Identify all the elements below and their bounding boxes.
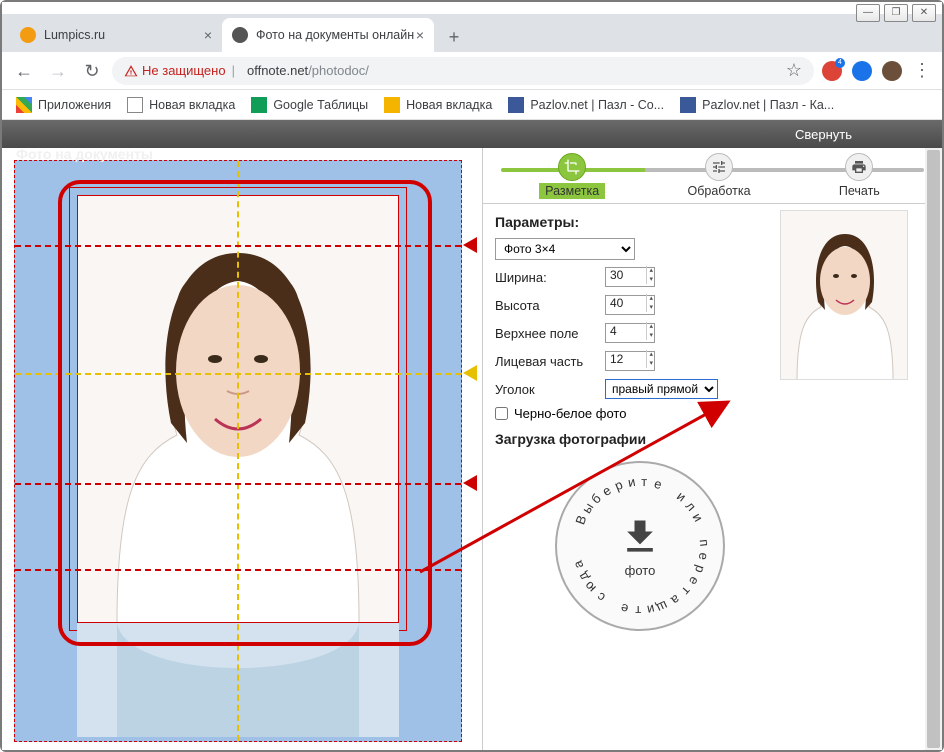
top-margin-input[interactable]: 4 <box>605 323 655 343</box>
guide-eyes[interactable] <box>15 373 461 375</box>
favicon-icon <box>20 27 36 43</box>
step-print[interactable]: Печать <box>833 153 886 199</box>
extension-icon[interactable]: 4 <box>820 59 844 83</box>
photo-editor-panel: Фото на документы <box>2 148 482 750</box>
guide-chin[interactable] <box>15 483 461 485</box>
guide-vertical-center[interactable] <box>237 161 239 741</box>
tab-close-icon[interactable]: × <box>416 27 424 43</box>
bookmark-item[interactable]: Новая вкладка <box>121 93 241 117</box>
sheets-icon <box>251 97 267 113</box>
page-icon <box>127 97 143 113</box>
upload-heading: Загрузка фотографии <box>495 431 930 447</box>
reload-button[interactable]: ↻ <box>78 57 106 85</box>
guide-top[interactable] <box>15 245 461 247</box>
address-bar: ← → ↻ Не защищено | offnote.net/photodoc… <box>2 52 942 90</box>
top-margin-label: Верхнее поле <box>495 326 597 341</box>
tab-close-icon[interactable]: × <box>204 27 212 43</box>
page-content: Свернуть Фото на документы <box>2 120 942 750</box>
corner-label: Уголок <box>495 382 597 397</box>
corner-select[interactable]: правый прямой <box>605 379 718 399</box>
minimize-button[interactable]: — <box>856 4 880 22</box>
omnibox[interactable]: Не защищено | offnote.net/photodoc/ ☆ <box>112 57 814 85</box>
puzzle-icon <box>508 97 524 113</box>
forward-button[interactable]: → <box>44 57 72 85</box>
tab-strip: Lumpics.ru × Фото на документы онлайн × … <box>2 14 942 52</box>
avatar-icon[interactable] <box>880 59 904 83</box>
step-tabs: Разметка Обработка Печать <box>483 148 942 204</box>
menu-button[interactable]: ⋮ <box>910 59 934 83</box>
warning-icon <box>124 64 138 78</box>
height-label: Высота <box>495 298 597 313</box>
page-scrollbar[interactable] <box>925 148 942 750</box>
step-markup[interactable]: Разметка <box>539 153 605 199</box>
upload-dropzone[interactable]: фото Выберите или перетащите сюда <box>555 461 725 631</box>
bookmark-item[interactable]: Google Таблицы <box>245 93 374 117</box>
extension-icon[interactable] <box>850 59 874 83</box>
star-icon[interactable]: ☆ <box>786 60 802 81</box>
page-icon <box>384 97 400 113</box>
photo-preview <box>780 210 908 380</box>
upload-section: Загрузка фотографии фото Выберите или пе… <box>495 431 930 631</box>
app-top-bar: Свернуть <box>2 120 942 148</box>
printer-icon <box>845 153 873 181</box>
bookmark-item[interactable]: Pazlov.net | Пазл - Ка... <box>674 93 840 117</box>
crop-icon <box>558 153 586 181</box>
sliders-icon <box>705 153 733 181</box>
upload-circular-text: Выберите или перетащите сюда <box>557 463 723 629</box>
bw-checkbox[interactable] <box>495 407 508 420</box>
close-window-button[interactable]: ✕ <box>912 4 936 22</box>
tab-title: Lumpics.ru <box>44 28 105 42</box>
photo-frame[interactable] <box>14 160 462 742</box>
step-processing[interactable]: Обработка <box>682 153 757 199</box>
favicon-icon <box>232 27 248 43</box>
preset-select[interactable]: Фото 3×4 <box>495 238 635 260</box>
settings-panel: Разметка Обработка Печать Параметры: Фот… <box>482 148 942 750</box>
bookmark-item[interactable]: Новая вкладка <box>378 93 498 117</box>
tab-lumpics[interactable]: Lumpics.ru × <box>10 18 222 52</box>
width-label: Ширина: <box>495 270 597 285</box>
face-label: Лицевая часть <box>495 354 597 369</box>
bw-label: Черно-белое фото <box>514 406 626 421</box>
bookmark-apps[interactable]: Приложения <box>10 93 117 117</box>
collapse-link[interactable]: Свернуть <box>795 127 852 142</box>
width-input[interactable]: 30 <box>605 267 655 287</box>
insecure-badge: Не защищено <box>124 63 226 78</box>
tab-photodoc[interactable]: Фото на документы онлайн × <box>222 18 434 52</box>
marker-chin[interactable] <box>463 475 477 491</box>
marker-top[interactable] <box>463 237 477 253</box>
back-button[interactable]: ← <box>10 57 38 85</box>
tab-title: Фото на документы онлайн <box>256 28 414 42</box>
marker-eyes[interactable] <box>463 365 477 381</box>
panel-title: Фото на документы <box>16 146 153 162</box>
apps-icon <box>16 97 32 113</box>
height-input[interactable]: 40 <box>605 295 655 315</box>
bookmarks-bar: Приложения Новая вкладка Google Таблицы … <box>2 90 942 120</box>
url-text: offnote.net/photodoc/ <box>247 63 369 78</box>
puzzle-icon <box>680 97 696 113</box>
face-input[interactable]: 12 <box>605 351 655 371</box>
bookmark-item[interactable]: Pazlov.net | Пазл - Со... <box>502 93 670 117</box>
maximize-button[interactable]: ❐ <box>884 4 908 22</box>
guide-bottom[interactable] <box>15 569 461 571</box>
new-tab-button[interactable]: + <box>440 24 468 52</box>
